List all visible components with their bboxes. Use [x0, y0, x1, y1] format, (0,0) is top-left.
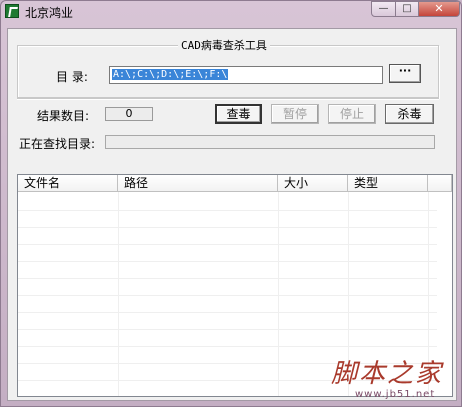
- table-header: 文件名 路径 大小 类型: [18, 175, 452, 192]
- dialog-body: CAD病毒查杀工具 目 录: A:\;C:\;D:\;E:\;F:\ ··· 结…: [7, 28, 457, 401]
- grid-row-line: [18, 210, 437, 211]
- kill-button[interactable]: 杀毒: [385, 104, 434, 124]
- watermark: 脚本之家 www.jb51.net: [331, 353, 461, 405]
- maximize-button[interactable]: □: [395, 1, 419, 17]
- column-header-filler: [428, 175, 452, 192]
- directory-label: 目 录:: [56, 70, 88, 84]
- grid-row-line: [18, 329, 437, 330]
- directory-input[interactable]: A:\;C:\;D:\;E:\;F:\: [109, 66, 383, 84]
- current-dir-label: 正在查找目录:: [19, 137, 96, 151]
- grid-row-line: [18, 244, 437, 245]
- grid-row-line: [18, 312, 437, 313]
- separator: [17, 98, 439, 100]
- browse-button[interactable]: ···: [389, 64, 421, 83]
- grid-row-line: [18, 346, 437, 347]
- grid-row-line: [18, 295, 437, 296]
- window-title: 北京鸿业: [25, 6, 74, 20]
- column-header-size[interactable]: 大小: [278, 175, 348, 192]
- column-header-filename[interactable]: 文件名: [18, 175, 118, 192]
- current-dir-display: [105, 135, 435, 149]
- pause-button[interactable]: 暂停: [271, 104, 319, 124]
- close-button[interactable]: ✕: [418, 1, 460, 17]
- title-bar[interactable]: 北京鸿业 — □ ✕: [1, 1, 461, 21]
- grid-column-line: [278, 192, 279, 396]
- result-count-value: 0: [105, 107, 153, 121]
- column-header-path[interactable]: 路径: [118, 175, 278, 192]
- hongye-logo-icon: [5, 4, 19, 18]
- directory-input-value: A:\;C:\;D:\;E:\;F:\: [112, 69, 229, 80]
- stop-button[interactable]: 停止: [328, 104, 376, 124]
- grid-row-line: [18, 261, 437, 262]
- grid-row-line: [18, 278, 437, 279]
- result-count-label: 结果数目:: [37, 109, 90, 123]
- app-window: 北京鸿业 — □ ✕ CAD病毒查杀工具 目 录: A:\;C:\;D:\;E:…: [0, 0, 462, 407]
- grid-row-line: [18, 227, 437, 228]
- minimize-button[interactable]: —: [371, 1, 396, 17]
- watermark-text: 脚本之家: [331, 359, 444, 389]
- directory-groupbox: CAD病毒查杀工具 目 录: A:\;C:\;D:\;E:\;F:\ ···: [17, 37, 439, 98]
- scan-button[interactable]: 查毒: [215, 104, 262, 124]
- column-header-type[interactable]: 类型: [348, 175, 428, 192]
- watermark-url: www.jb51.net: [355, 389, 436, 400]
- group-title: CAD病毒查杀工具: [178, 37, 270, 53]
- grid-column-line: [118, 192, 119, 396]
